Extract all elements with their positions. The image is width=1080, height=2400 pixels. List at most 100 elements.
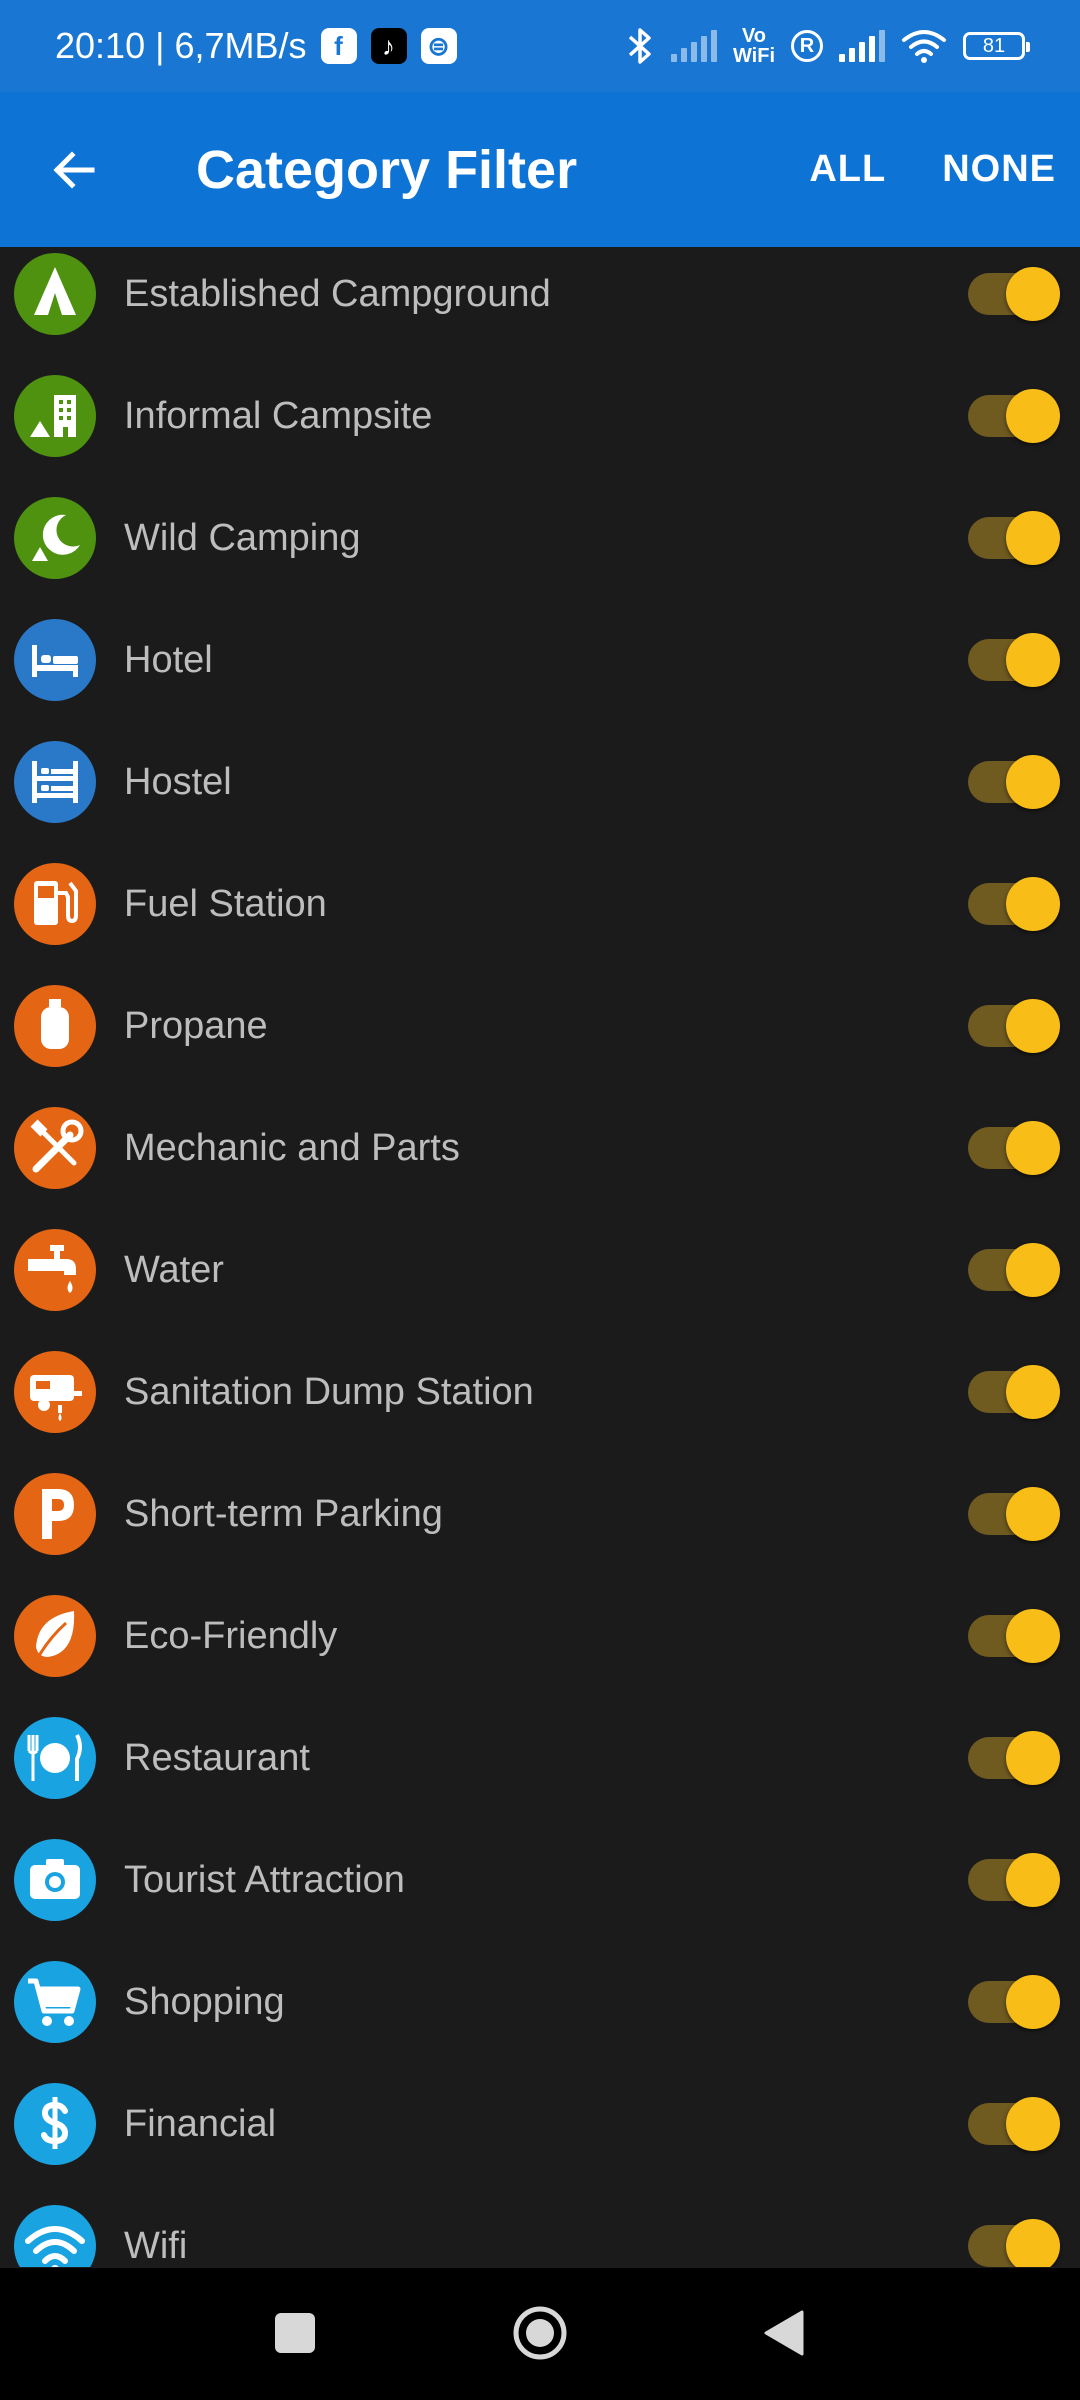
category-toggle[interactable] xyxy=(968,389,1060,443)
page-title: Category Filter xyxy=(196,139,578,200)
arrow-back-icon xyxy=(53,150,95,189)
category-toggle[interactable] xyxy=(968,1609,1060,1663)
category-toggle[interactable] xyxy=(968,1975,1060,2029)
category-list[interactable]: Established Campground Informal Campsite W… xyxy=(0,247,1080,2267)
tools-icon xyxy=(14,1107,96,1189)
category-row[interactable]: Mechanic and Parts xyxy=(0,1087,1080,1209)
category-toggle[interactable] xyxy=(968,1487,1060,1541)
category-row[interactable]: Sanitation Dump Station xyxy=(0,1331,1080,1453)
bunk-bed-icon xyxy=(14,741,96,823)
bluetooth-icon xyxy=(628,28,651,64)
select-none-button[interactable]: NONE xyxy=(942,148,1056,191)
toggle-thumb xyxy=(1006,1609,1060,1663)
category-toggle[interactable] xyxy=(968,1243,1060,1297)
toggle-thumb xyxy=(1006,1365,1060,1419)
category-toggle[interactable] xyxy=(968,2097,1060,2151)
category-label: Sanitation Dump Station xyxy=(124,1371,534,1413)
signal-1-icon xyxy=(670,30,717,62)
category-row[interactable]: Propane xyxy=(0,965,1080,1087)
moon-tent-icon xyxy=(14,497,96,579)
camera-icon xyxy=(14,1839,96,1921)
toggle-thumb xyxy=(1006,633,1060,687)
app-icon: ⊜ xyxy=(420,28,457,64)
bed-icon xyxy=(14,619,96,701)
fuel-pump-icon xyxy=(14,863,96,945)
toggle-thumb xyxy=(1006,1975,1060,2029)
toggle-thumb xyxy=(1006,2097,1060,2151)
toggle-thumb xyxy=(1006,999,1060,1053)
category-label: Wifi xyxy=(124,2225,188,2267)
category-toggle[interactable] xyxy=(968,267,1060,321)
category-row[interactable]: Shopping xyxy=(0,1941,1080,2063)
category-label: Short-term Parking xyxy=(124,1493,443,1535)
category-row[interactable]: Hostel xyxy=(0,721,1080,843)
navigation-bar xyxy=(0,2268,1080,2400)
cart-icon xyxy=(14,1961,96,2043)
gas-cylinder-icon xyxy=(14,985,96,1067)
category-row[interactable]: Wild Camping xyxy=(0,477,1080,599)
category-label: Propane xyxy=(124,1005,268,1047)
toggle-thumb xyxy=(1006,1121,1060,1175)
restaurant-icon xyxy=(14,1717,96,1799)
wifi-status-icon xyxy=(902,30,946,63)
category-row[interactable]: Financial xyxy=(0,2063,1080,2185)
app-bar: Category Filter ALL NONE xyxy=(0,92,1080,247)
category-toggle[interactable] xyxy=(968,2219,1060,2267)
category-row[interactable]: Informal Campsite xyxy=(0,355,1080,477)
category-row[interactable]: Established Campground xyxy=(0,247,1080,355)
category-row[interactable]: Restaurant xyxy=(0,1697,1080,1819)
category-toggle[interactable] xyxy=(968,1365,1060,1419)
toggle-thumb xyxy=(1006,389,1060,443)
category-label: Tourist Attraction xyxy=(124,1859,405,1901)
facebook-icon: f xyxy=(320,28,357,64)
building-tent-icon xyxy=(14,375,96,457)
category-row[interactable]: Short-term Parking xyxy=(0,1453,1080,1575)
triangle-back-icon xyxy=(764,2310,804,2356)
vowifi-top: Vo xyxy=(741,25,767,47)
category-label: Hostel xyxy=(124,761,232,803)
category-label: Financial xyxy=(124,2103,277,2145)
select-all-button[interactable]: ALL xyxy=(809,148,886,191)
category-toggle[interactable] xyxy=(968,633,1060,687)
category-row[interactable]: Fuel Station xyxy=(0,843,1080,965)
category-label: Shopping xyxy=(124,1981,285,2023)
status-right: Vo WiFi R 81 xyxy=(625,25,1030,67)
category-row[interactable]: Water xyxy=(0,1209,1080,1331)
toggle-thumb xyxy=(1006,877,1060,931)
category-row[interactable]: Tourist Attraction xyxy=(0,1819,1080,1941)
toggle-thumb xyxy=(1006,2219,1060,2267)
battery-icon: 81 xyxy=(963,32,1030,60)
category-toggle[interactable] xyxy=(968,1121,1060,1175)
square-icon xyxy=(275,2313,315,2353)
category-toggle[interactable] xyxy=(968,511,1060,565)
category-toggle[interactable] xyxy=(968,877,1060,931)
toggle-thumb xyxy=(1006,755,1060,809)
recents-button[interactable] xyxy=(270,2308,320,2358)
home-button[interactable] xyxy=(510,2303,570,2363)
category-toggle[interactable] xyxy=(968,1853,1060,1907)
circle-home-icon xyxy=(513,2306,567,2360)
vowifi-bottom: WiFi xyxy=(732,45,775,67)
toggle-thumb xyxy=(1006,511,1060,565)
category-toggle[interactable] xyxy=(968,999,1060,1053)
wifi-icon xyxy=(14,2205,96,2267)
toggle-thumb xyxy=(1006,1731,1060,1785)
category-row[interactable]: Eco-Friendly xyxy=(0,1575,1080,1697)
category-row[interactable]: Hotel xyxy=(0,599,1080,721)
registered-icon: R xyxy=(791,30,823,62)
category-label: Water xyxy=(124,1249,224,1291)
category-label: Restaurant xyxy=(124,1737,310,1779)
signal-2-icon xyxy=(839,30,885,62)
back-nav-button[interactable] xyxy=(760,2308,810,2358)
category-toggle[interactable] xyxy=(968,1731,1060,1785)
leaf-icon xyxy=(14,1595,96,1677)
category-row[interactable]: Wifi xyxy=(0,2185,1080,2267)
category-toggle[interactable] xyxy=(968,755,1060,809)
category-label: Informal Campsite xyxy=(124,395,433,437)
water-tap-icon xyxy=(14,1229,96,1311)
toggle-thumb xyxy=(1006,267,1060,321)
toggle-thumb xyxy=(1006,1853,1060,1907)
category-label: Established Campground xyxy=(124,273,551,315)
category-label: Hotel xyxy=(124,639,213,681)
back-button[interactable] xyxy=(44,140,104,200)
